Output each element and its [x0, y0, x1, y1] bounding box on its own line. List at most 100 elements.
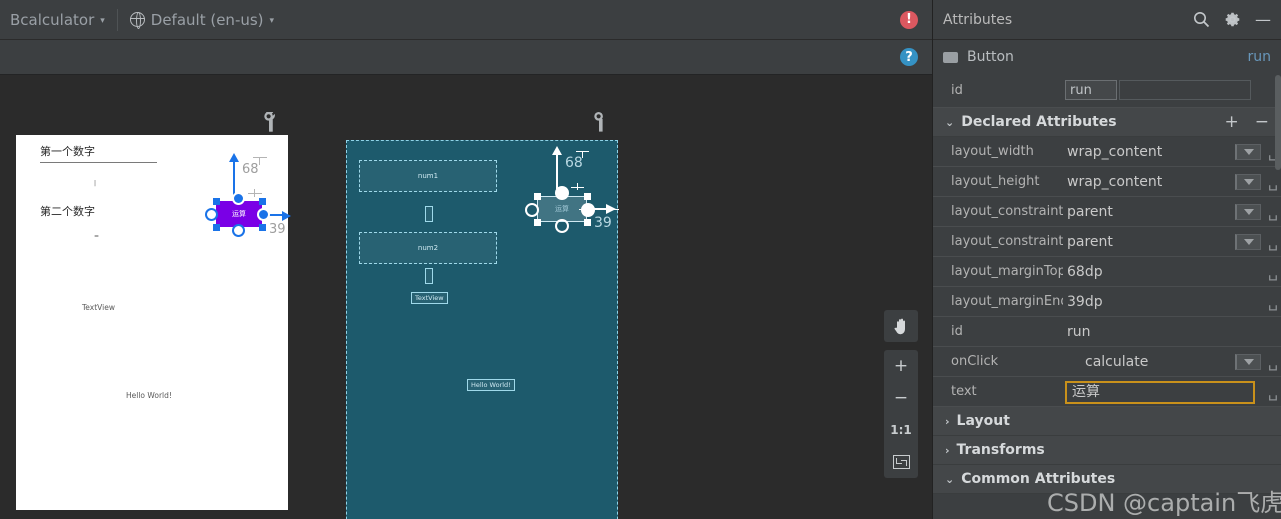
attribute-row[interactable]: layout_height wrap_content ␣ — [933, 167, 1281, 197]
attribute-value[interactable]: parent — [1063, 204, 1235, 220]
attribute-key: id — [951, 324, 963, 339]
blueprint-constraint-anchor-end[interactable] — [581, 203, 595, 217]
attribute-key: layout_height — [951, 174, 1040, 189]
preview-margin-top-value: 68 — [242, 162, 259, 177]
blueprint-preview-device[interactable]: num1 num2 TextView Hello World! 68 39 运算 — [346, 140, 619, 519]
id-value-input-extension[interactable] — [1119, 80, 1251, 100]
preview-resize-handle-tr[interactable] — [259, 198, 266, 205]
pan-tool-group — [884, 310, 918, 342]
blueprint-num2-box[interactable]: num2 — [359, 232, 497, 264]
button-widget-icon — [943, 51, 958, 63]
remove-attribute-button[interactable]: − — [1255, 112, 1269, 132]
chevron-right-icon: › — [945, 414, 950, 428]
attribute-row[interactable]: layout_marginTop 68dp ␣ — [933, 257, 1281, 287]
attribute-value[interactable]: wrap_content — [1063, 174, 1235, 190]
fit-to-screen-button[interactable] — [884, 446, 918, 478]
attribute-dropdown-button[interactable] — [1235, 203, 1261, 220]
globe-icon — [129, 12, 145, 29]
preview-mid-guide-tick — [254, 189, 255, 197]
zoom-out-button[interactable]: − — [884, 382, 918, 414]
chevron-down-icon — [1243, 208, 1254, 215]
attribute-dropdown-button[interactable] — [1235, 353, 1261, 370]
resource-picker-icon[interactable]: ␣ — [1265, 382, 1281, 401]
chevron-down-icon: ⌄ — [945, 472, 955, 486]
resource-picker-icon[interactable]: ␣ — [1265, 292, 1281, 311]
attributes-panel-title: Attributes — [943, 11, 1013, 28]
preview-constraint-anchor-bottom[interactable] — [232, 224, 245, 237]
blueprint-num1-box[interactable]: num1 — [359, 160, 497, 192]
zoom-in-button[interactable]: + — [884, 350, 918, 382]
add-attribute-button[interactable]: + — [1225, 112, 1239, 132]
editor-toolbar: Bcalculator ▾ Default (en-us) ▾ ! — [0, 0, 932, 40]
design-preview-device[interactable]: 第一个数字 | 第二个数字 = TextView Hello World! 68 — [16, 135, 291, 510]
error-icon[interactable]: ! — [900, 10, 918, 29]
blueprint-surface-wrench-icon[interactable] — [594, 112, 608, 132]
id-value-input[interactable]: run — [1065, 80, 1117, 100]
blueprint-resize-handle-tl[interactable] — [534, 193, 541, 200]
chevron-down-icon: ▾ — [100, 15, 105, 26]
chevron-down-icon — [1243, 358, 1254, 365]
attribute-key: layout_constraint… — [951, 234, 1063, 249]
attribute-row-id-top[interactable]: id run — [933, 74, 1281, 108]
attribute-row[interactable]: layout_marginEnd 39dp ␣ — [933, 287, 1281, 317]
blueprint-hello-label[interactable]: Hello World! — [467, 379, 515, 391]
preview-resize-handle-bl[interactable] — [213, 224, 220, 231]
editor-notification-bar: ? — [0, 40, 932, 75]
resource-picker-icon[interactable]: ␣ — [1265, 262, 1281, 281]
blueprint-resize-handle-bl[interactable] — [534, 219, 541, 226]
gear-icon[interactable] — [1224, 11, 1241, 28]
section-layout[interactable]: › Layout — [933, 407, 1281, 436]
actual-size-button[interactable]: 1:1 — [884, 414, 918, 446]
help-icon[interactable]: ? — [900, 48, 918, 66]
preview-constraint-anchor-top[interactable] — [232, 192, 245, 205]
preview-constraint-end-arrow-icon — [282, 211, 291, 221]
attribute-value[interactable]: parent — [1063, 234, 1235, 250]
attribute-row[interactable]: id run — [933, 317, 1281, 347]
section-declared-attributes[interactable]: ⌄ Declared Attributes + − — [933, 108, 1281, 137]
attribute-row[interactable]: layout_constraint… parent ␣ — [933, 227, 1281, 257]
id-value-text: run — [1070, 82, 1092, 98]
text-value-input[interactable]: 运算 — [1065, 381, 1255, 404]
attribute-value[interactable]: 39dp — [1063, 294, 1265, 310]
attribute-dropdown-button[interactable] — [1235, 233, 1261, 250]
pan-tool-button[interactable] — [884, 310, 918, 342]
design-surface-wrench-icon[interactable] — [264, 112, 278, 132]
declared-attributes-actions: + − — [1225, 112, 1270, 132]
preview-constraint-anchor-start[interactable] — [205, 208, 218, 221]
design-canvas[interactable]: 第一个数字 | 第二个数字 = TextView Hello World! 68 — [0, 76, 932, 519]
blueprint-constraint-anchor-bottom[interactable] — [555, 219, 569, 233]
preview-resize-handle-tl[interactable] — [213, 198, 220, 205]
minimize-panel-button[interactable]: — — [1255, 11, 1271, 27]
section-transforms[interactable]: › Transforms — [933, 436, 1281, 465]
blueprint-constraint-anchor-start[interactable] — [525, 203, 539, 217]
blueprint-resize-handle-tr[interactable] — [584, 193, 591, 200]
preview-constraint-anchor-end[interactable] — [257, 208, 270, 221]
attribute-value[interactable]: run — [1063, 324, 1281, 340]
blueprint-constraint-anchor-top[interactable] — [555, 186, 569, 200]
attribute-row[interactable]: onClick calculate ␣ — [933, 347, 1281, 377]
resource-picker-icon[interactable]: ␣ — [1265, 232, 1281, 251]
attribute-value[interactable]: 68dp — [1063, 264, 1265, 280]
attribute-row[interactable]: text 运算 ␣ — [933, 377, 1281, 407]
resource-picker-icon[interactable]: ␣ — [1265, 202, 1281, 221]
attribute-row[interactable]: layout_constraint… parent ␣ — [933, 197, 1281, 227]
preview-label-first-number: 第一个数字 — [40, 145, 95, 158]
attribute-key: layout_marginTop — [951, 264, 1063, 279]
zoom-controls-gap — [884, 342, 918, 350]
blueprint-textview-label[interactable]: TextView — [411, 292, 448, 304]
preview-resize-handle-br[interactable] — [259, 224, 266, 231]
search-icon[interactable] — [1193, 11, 1210, 28]
attributes-scrollbar[interactable] — [1275, 75, 1281, 170]
text-value-text: 运算 — [1072, 384, 1100, 400]
attribute-dropdown-button[interactable] — [1235, 173, 1261, 190]
attribute-value[interactable]: calculate — [1063, 354, 1235, 370]
attribute-value[interactable]: wrap_content — [1063, 144, 1235, 160]
resource-picker-icon[interactable]: ␣ — [1265, 172, 1281, 191]
blueprint-resize-handle-br[interactable] — [584, 219, 591, 226]
locale-selector[interactable]: Default (en-us) ▾ — [120, 0, 284, 40]
attribute-row[interactable]: layout_width wrap_content ␣ — [933, 137, 1281, 167]
resource-picker-icon[interactable]: ␣ — [1265, 352, 1281, 371]
module-selector[interactable]: Bcalculator ▾ — [0, 0, 115, 40]
attribute-dropdown-button[interactable] — [1235, 143, 1261, 160]
blueprint-constraint-end-arrow-icon — [606, 204, 616, 214]
